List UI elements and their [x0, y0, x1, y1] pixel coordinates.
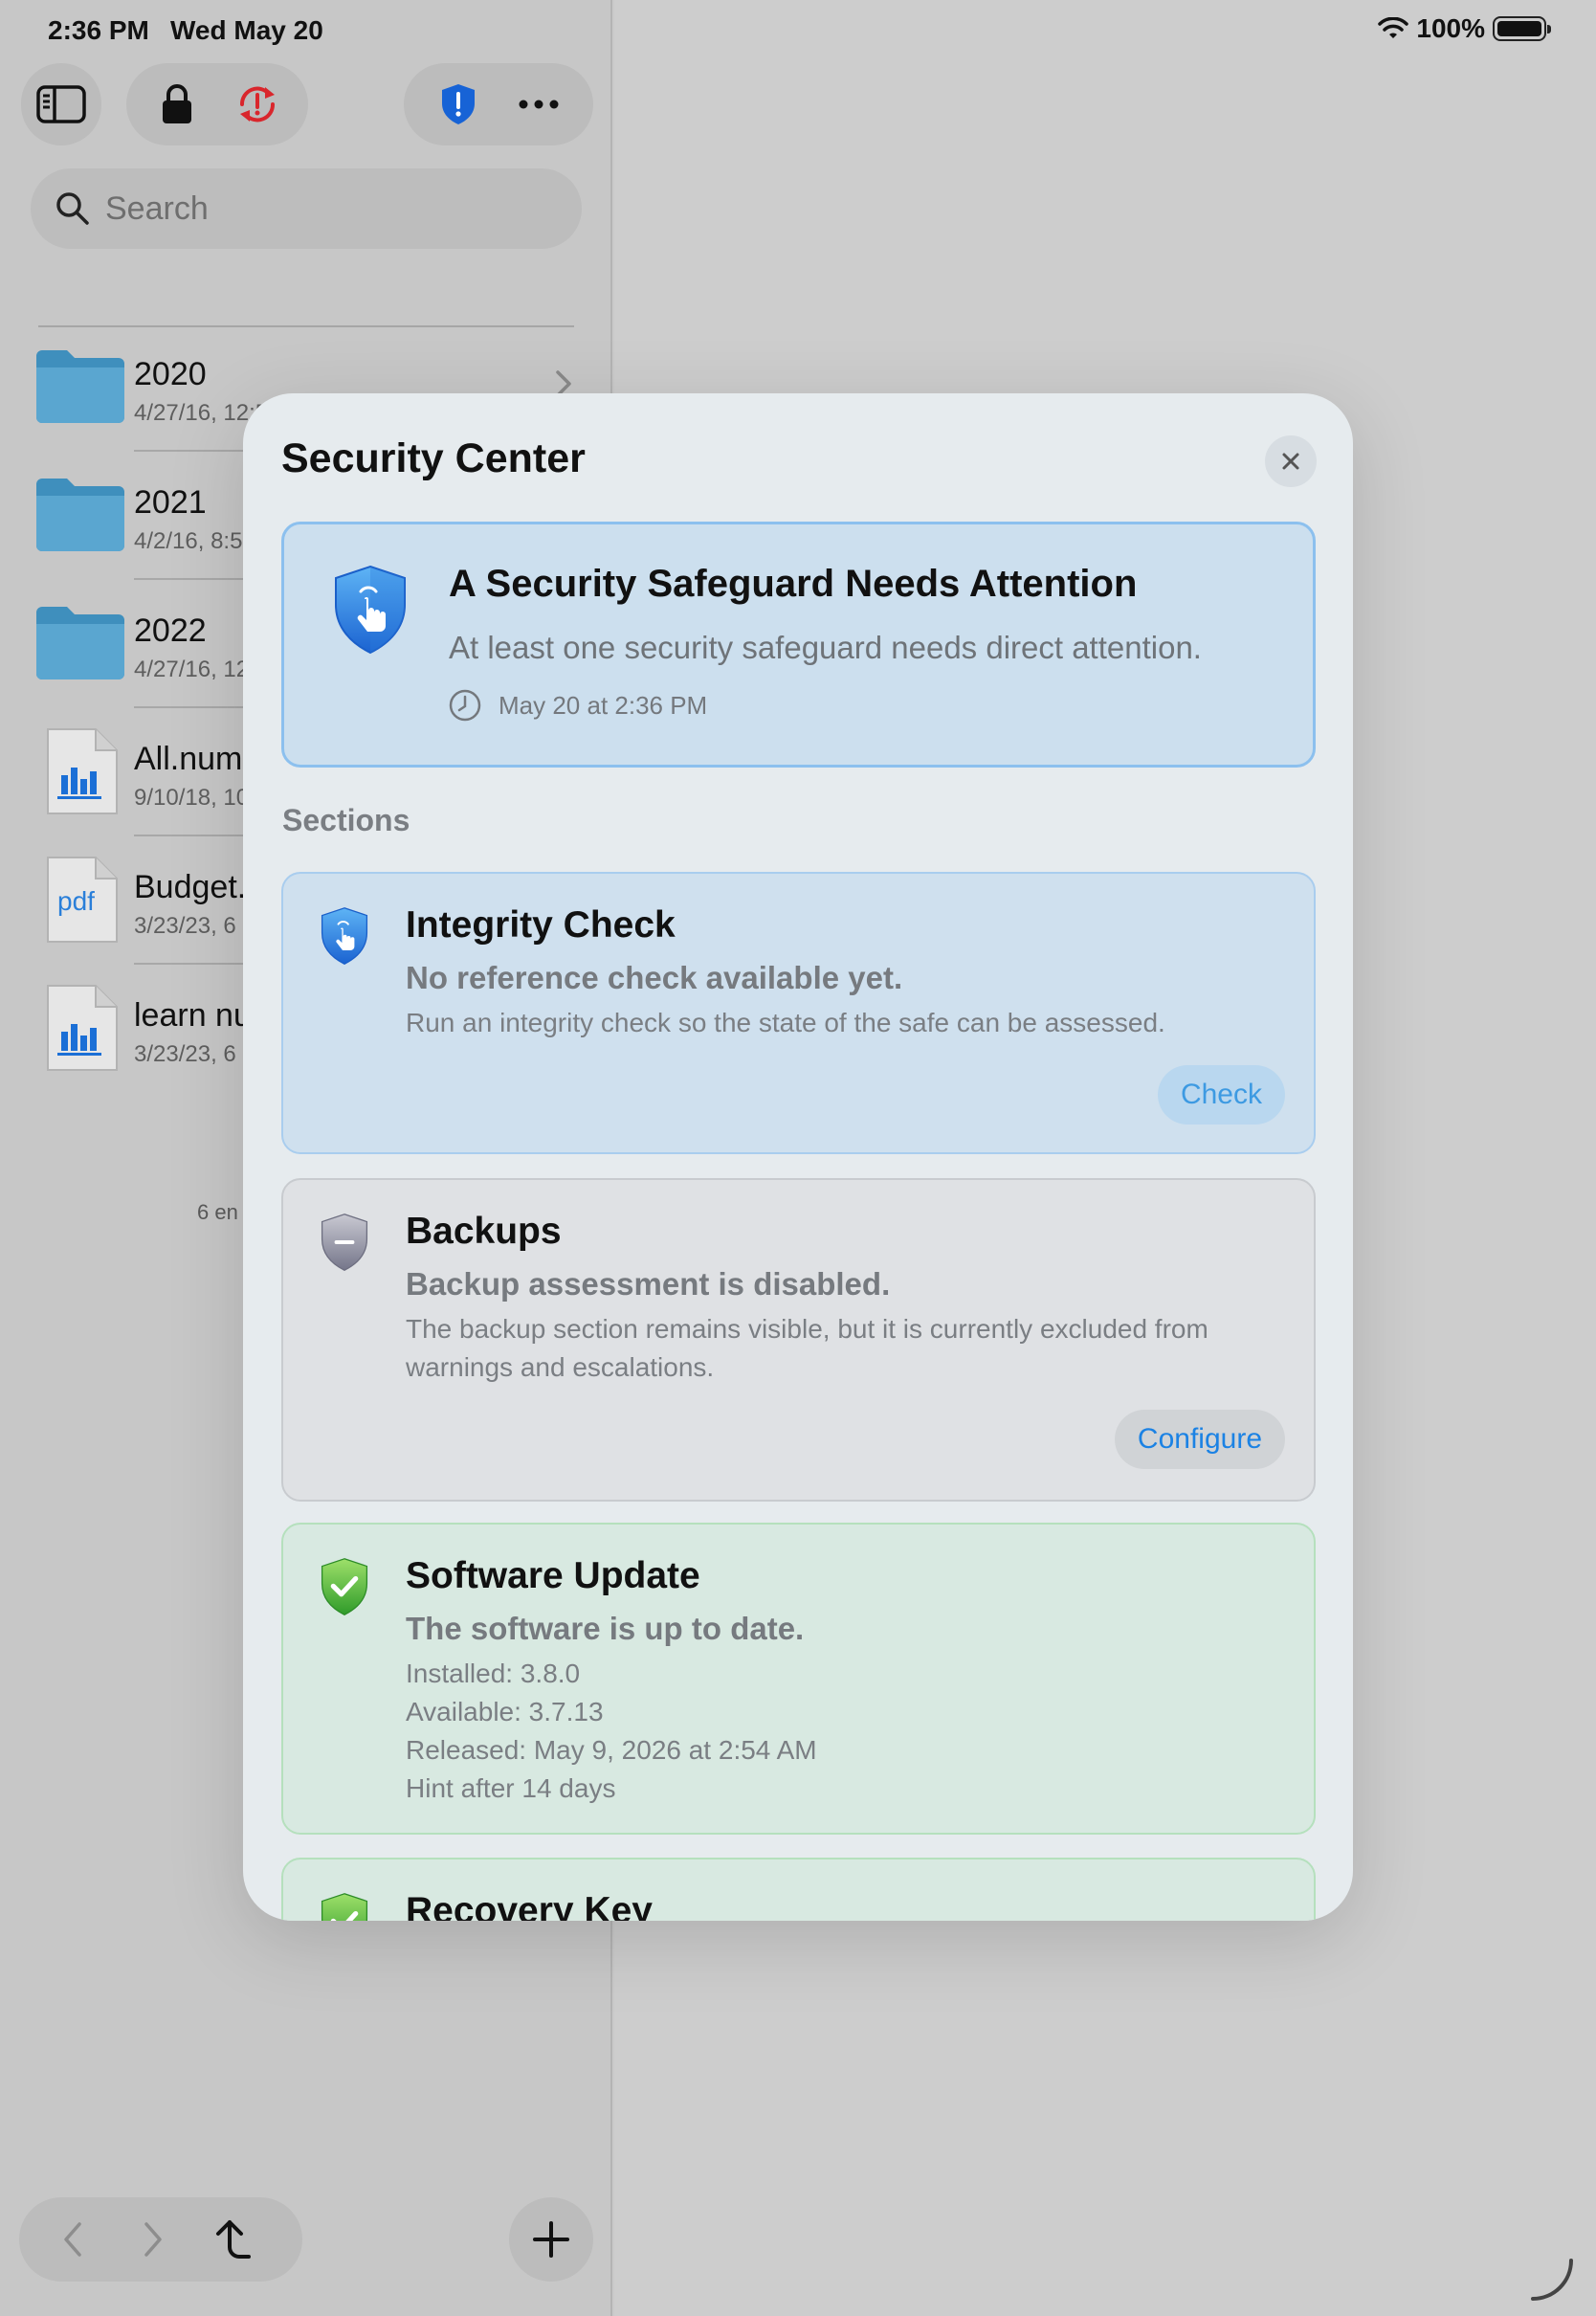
file-name: All.num [134, 741, 243, 777]
back-button[interactable] [33, 2198, 113, 2281]
status-date: Wed May 20 [170, 15, 323, 45]
sheet-title: Security Center [281, 435, 586, 481]
battery-icon [1493, 16, 1551, 41]
section-detail: The backup section remains visible, but … [406, 1314, 1208, 1382]
parent-folder-icon [216, 2220, 251, 2259]
file-date: 9/10/18, 10 [134, 785, 250, 811]
section-software-update[interactable]: Software Update The software is up to da… [281, 1523, 1316, 1835]
sidebar-toggle-icon [36, 85, 86, 123]
add-icon [533, 2221, 569, 2258]
search-placeholder: Search [105, 189, 209, 227]
shield-tap-icon [335, 565, 406, 655]
alert-timestamp-row: May 20 at 2:36 PM [449, 689, 707, 722]
section-status: No reference check available yet. [406, 960, 903, 995]
section-title: Recovery Key [406, 1890, 653, 1921]
attention-alert-card[interactable]: A Security Safeguard Needs Attention At … [281, 522, 1316, 768]
security-center-button[interactable] [418, 63, 499, 145]
section-title: Backups [406, 1211, 562, 1252]
section-backups[interactable]: Backups Backup assessment is disabled. T… [281, 1178, 1316, 1502]
release-date: Released: May 9, 2026 at 2:54 AM [406, 1735, 817, 1765]
alert-title: A Security Safeguard Needs Attention [449, 563, 1138, 605]
shield-tap-icon [321, 907, 368, 965]
sidebar-toggle-group [21, 63, 101, 145]
navigation-group [19, 2197, 302, 2282]
sidebar-toggle-button[interactable] [21, 63, 101, 145]
section-detail-list: Installed: 3.8.0 Available: 3.7.13 Relea… [406, 1655, 1276, 1808]
check-button[interactable]: Check [1157, 1065, 1285, 1125]
alert-description: At least one security safeguard needs di… [449, 630, 1202, 665]
file-name: 2020 [134, 356, 207, 392]
numbers-document-icon [47, 728, 118, 814]
installed-version: Installed: 3.8.0 [406, 1659, 581, 1688]
hint-interval: Hint after 14 days [406, 1773, 616, 1803]
file-name: learn nu [134, 997, 252, 1034]
file-name: 2022 [134, 612, 207, 649]
close-icon [1282, 453, 1299, 470]
forward-icon [144, 2222, 162, 2257]
battery-level [1497, 21, 1541, 36]
folder-icon [36, 607, 124, 679]
shield-disabled-icon [321, 1214, 368, 1271]
pdf-badge: pdf [57, 886, 95, 916]
sync-alert-button[interactable] [217, 63, 298, 145]
clock-icon [449, 689, 481, 722]
file-date: 4/2/16, 8:5 [134, 528, 243, 554]
file-name: Budget. [134, 869, 247, 905]
sections-heading: Sections [282, 803, 410, 837]
more-icon [519, 100, 559, 109]
section-status: Backup assessment is disabled. [406, 1266, 891, 1302]
close-button[interactable] [1265, 435, 1317, 487]
battery-percentage: 100% [1416, 13, 1485, 43]
safe-actions-group [126, 63, 308, 145]
file-date: 3/23/23, 6 [134, 913, 236, 939]
window-resize-handle[interactable] [1527, 2255, 1575, 2303]
section-title: Integrity Check [406, 904, 676, 946]
section-detail: Run an integrity check so the state of t… [406, 1008, 1165, 1037]
add-button[interactable] [509, 2197, 593, 2282]
search-field[interactable]: Search [31, 168, 582, 249]
sync-alert-icon [239, 86, 276, 122]
file-date: 3/23/23, 6 [134, 1041, 236, 1067]
security-center-sheet: Security Center A Security Safeguard Nee… [243, 393, 1353, 1921]
search-icon [56, 192, 89, 225]
lock-icon [163, 84, 191, 123]
section-integrity-check[interactable]: Integrity Check No reference check avail… [281, 872, 1316, 1154]
lock-button[interactable] [137, 63, 217, 145]
section-status: The software is up to date. [406, 1611, 805, 1646]
forward-button[interactable] [113, 2198, 193, 2281]
section-recovery-key[interactable]: Recovery Key [281, 1858, 1316, 1921]
security-shield-icon [442, 84, 475, 124]
status-time: 2:36 PM [48, 15, 149, 45]
more-button[interactable] [499, 63, 579, 145]
configure-button[interactable]: Configure [1114, 1410, 1285, 1469]
shield-check-icon [321, 1558, 368, 1615]
folder-icon [36, 350, 124, 423]
security-actions-group [404, 63, 593, 145]
numbers-document-icon [47, 985, 118, 1071]
parent-folder-button[interactable] [193, 2198, 274, 2281]
section-title: Software Update [406, 1555, 700, 1596]
alert-timestamp: May 20 at 2:36 PM [499, 690, 708, 720]
folder-icon [36, 479, 124, 551]
status-indicators: 100% [1378, 13, 1551, 44]
file-name: 2021 [134, 484, 207, 521]
file-date: 4/27/16, 12 [134, 657, 250, 682]
back-icon [64, 2222, 81, 2257]
shield-check-icon [321, 1893, 368, 1921]
entries-count: 6 en [197, 1200, 238, 1224]
status-bar: 2:36 PM Wed May 20 100% [0, 0, 1596, 59]
available-version: Available: 3.7.13 [406, 1697, 604, 1726]
wifi-icon [1378, 17, 1409, 38]
